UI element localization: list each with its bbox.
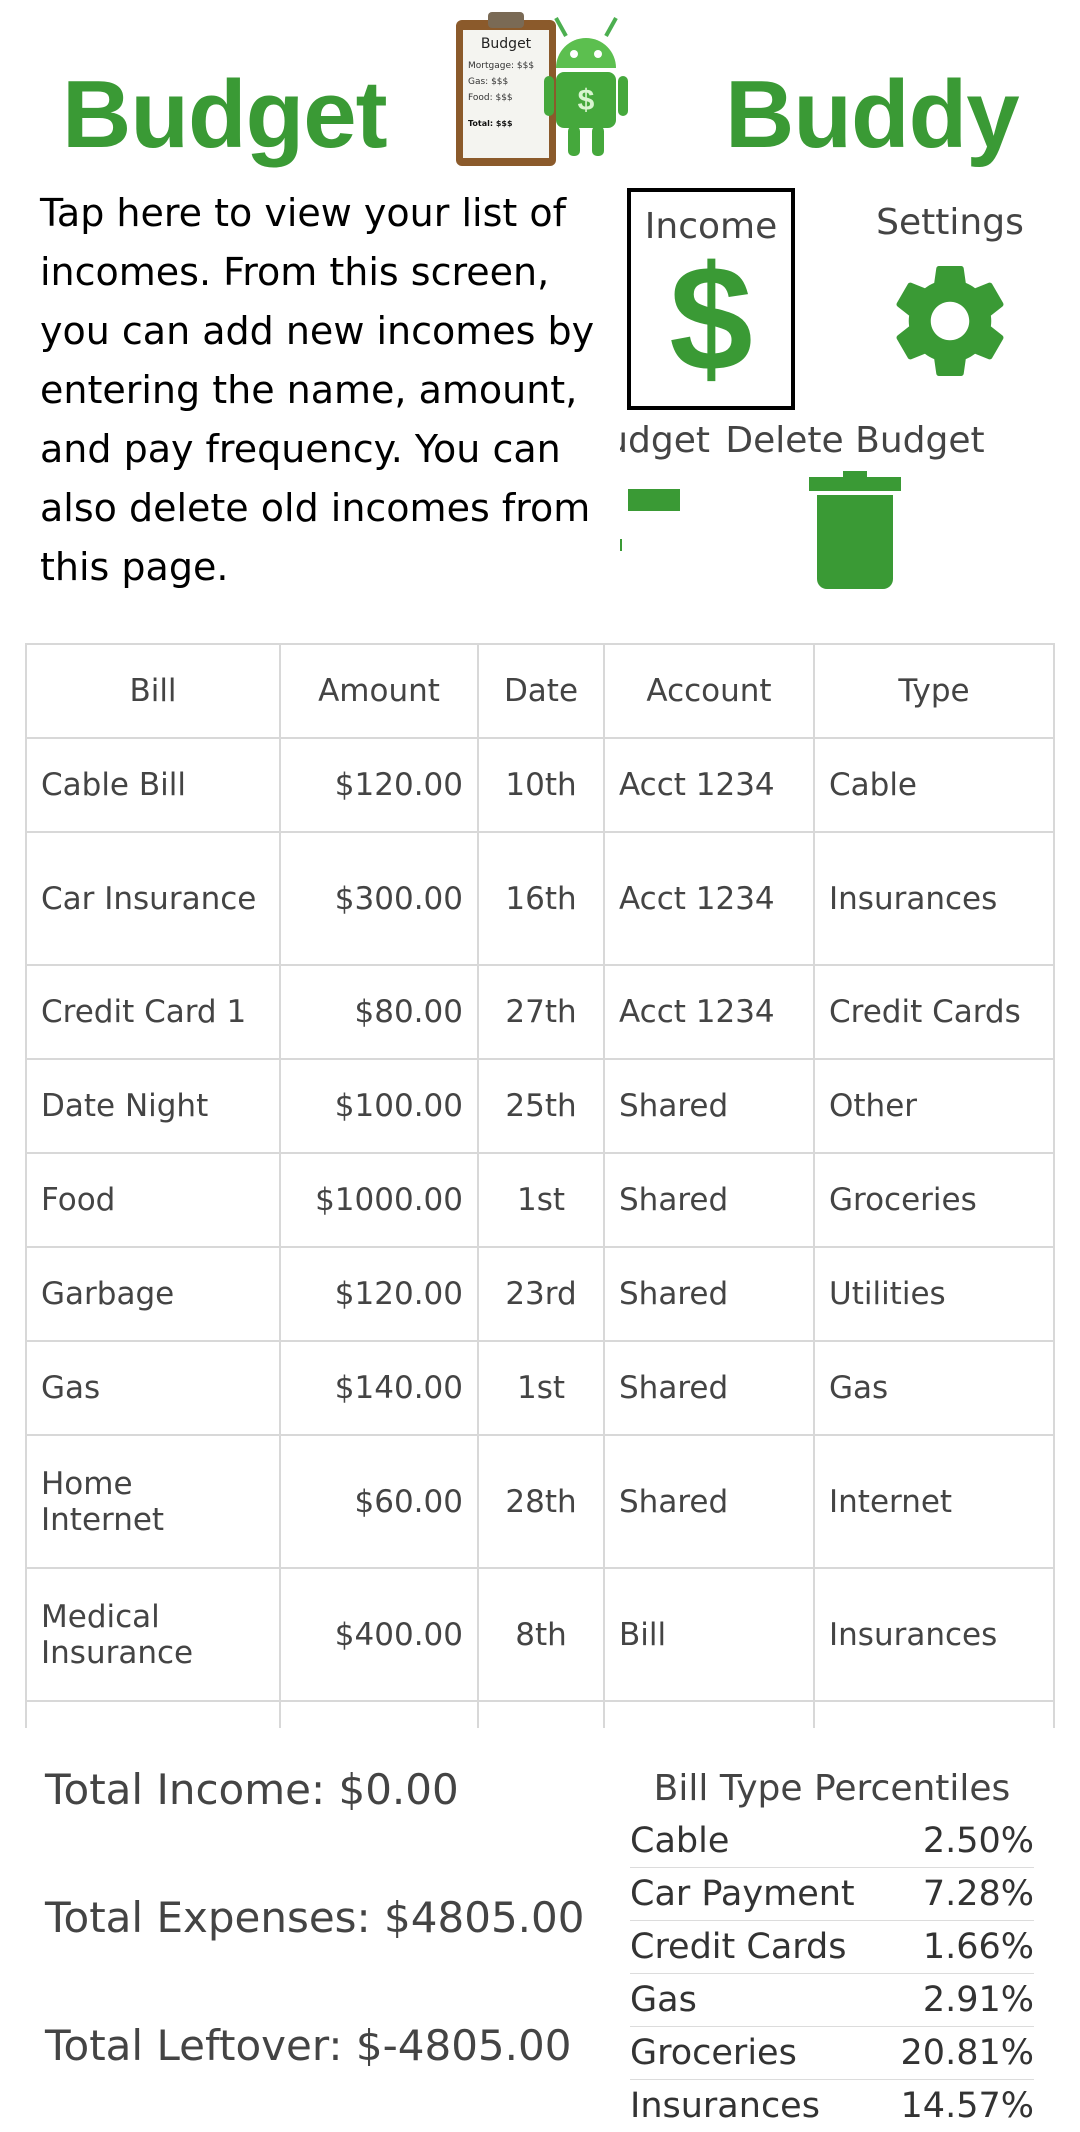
cell-type: Insurances — [813, 1567, 1055, 1702]
table-header-row: Bill Amount Date Account Type — [25, 643, 1055, 739]
percentile-value: 7.28% — [922, 1874, 1034, 1914]
percentile-value: 14.57% — [900, 2086, 1034, 2126]
cell-date: 10th — [477, 737, 605, 833]
column-header-date: Date — [477, 643, 605, 739]
percentile-row: Cable 2.50% — [630, 1815, 1034, 1868]
table-row[interactable]: Garbage $120.00 23rd Shared Utilities — [25, 1246, 1055, 1342]
percentile-label: Cable — [630, 1821, 730, 1861]
cell-bill: Garbage — [25, 1246, 281, 1342]
table-row[interactable]: Medical Insurance $400.00 8th Bill Insur… — [25, 1567, 1055, 1702]
cell-bill: Medical Insurance — [25, 1567, 281, 1702]
cell-date: 25th — [477, 1058, 605, 1154]
cell-date: 8th — [477, 1567, 605, 1702]
cell-account — [603, 1700, 815, 1728]
percentile-label: Credit Cards — [630, 1927, 847, 1967]
cell-bill: Gas — [25, 1340, 281, 1436]
cell-date: 28th — [477, 1434, 605, 1569]
cell-date: 27th — [477, 964, 605, 1060]
percentile-row: Gas 2.91% — [630, 1974, 1034, 2027]
cell-amount: $400.00 — [279, 1567, 479, 1702]
column-header-amount: Amount — [279, 643, 479, 739]
cell-amount: $140.00 — [279, 1340, 479, 1436]
cell-amount: $80.00 — [279, 964, 479, 1060]
cell-account: Acct 1234 — [603, 737, 815, 833]
percentile-row: Car Payment 7.28% — [630, 1868, 1034, 1921]
table-row[interactable]: Home Internet $60.00 28th Shared Interne… — [25, 1434, 1055, 1569]
cell-amount: $60.00 — [279, 1434, 479, 1569]
cell-bill: Date Night — [25, 1058, 281, 1154]
cell-amount: $120.00 — [279, 1246, 479, 1342]
cell-amount: $120.00 — [279, 737, 479, 833]
cell-date: 16th — [477, 831, 605, 966]
cell-account: Acct 1234 — [603, 831, 815, 966]
table-row[interactable]: Food $1000.00 1st Shared Groceries — [25, 1152, 1055, 1248]
table-row[interactable]: Credit Card 1 $80.00 27th Acct 1234 Cred… — [25, 964, 1055, 1060]
cell-type: Internet — [813, 1434, 1055, 1569]
percentile-row: Insurances 14.57% — [630, 2080, 1034, 2132]
percentiles-title: Bill Type Percentiles — [653, 1768, 1011, 1809]
column-header-type: Type — [813, 643, 1055, 739]
bill-table: Bill Amount Date Account Type Cable Bill… — [25, 643, 1055, 1728]
table-row[interactable]: Gas $140.00 1st Shared Gas — [25, 1340, 1055, 1436]
cell-amount: $300.00 — [279, 831, 479, 966]
cell-account: Shared — [603, 1434, 815, 1569]
percentile-value: 2.50% — [922, 1821, 1034, 1861]
column-header-account: Account — [603, 643, 815, 739]
cell-type: Cable — [813, 737, 1055, 833]
cell-type — [813, 1700, 1055, 1728]
percentile-value: 2.91% — [922, 1980, 1034, 2020]
cell-bill: Credit Card 1 — [25, 964, 281, 1060]
income-tooltip: Tap here to view your list of incomes. F… — [40, 182, 620, 599]
table-row[interactable]: Car Insurance $300.00 16th Acct 1234 Ins… — [25, 831, 1055, 966]
cell-bill — [25, 1700, 281, 1728]
cell-account: Shared — [603, 1340, 815, 1436]
cell-date: 23rd — [477, 1246, 605, 1342]
total-leftover: Total Leftover: $-4805.00 — [45, 2021, 572, 2070]
cell-type: Credit Cards — [813, 964, 1055, 1060]
cell-date: 1st — [477, 1340, 605, 1436]
cell-amount — [279, 1700, 479, 1728]
percentile-row: Credit Cards 1.66% — [630, 1921, 1034, 1974]
cell-bill: Food — [25, 1152, 281, 1248]
cell-bill: Cable Bill — [25, 737, 281, 833]
percentile-label: Groceries — [630, 2033, 797, 2073]
percentile-label: Insurances — [630, 2086, 820, 2126]
cell-account: Shared — [603, 1152, 815, 1248]
cell-date: 1st — [477, 1152, 605, 1248]
cell-type: Insurances — [813, 831, 1055, 966]
cell-account: Shared — [603, 1058, 815, 1154]
cell-bill: Home Internet — [25, 1434, 281, 1569]
cell-type: Utilities — [813, 1246, 1055, 1342]
cell-type: Other — [813, 1058, 1055, 1154]
cell-bill: Car Insurance — [25, 831, 281, 966]
cell-date — [477, 1700, 605, 1728]
cell-type: Groceries — [813, 1152, 1055, 1248]
cell-type: Gas — [813, 1340, 1055, 1436]
column-header-bill: Bill — [25, 643, 281, 739]
cell-amount: $1000.00 — [279, 1152, 479, 1248]
bill-type-percentiles: Bill Type Percentiles Cable 2.50% Car Pa… — [630, 1768, 1034, 2132]
table-row[interactable]: Date Night $100.00 25th Shared Other — [25, 1058, 1055, 1154]
percentile-label: Car Payment — [630, 1874, 855, 1914]
percentile-row: Groceries 20.81% — [630, 2027, 1034, 2080]
percentile-value: 1.66% — [922, 1927, 1034, 1967]
cell-account: Acct 1234 — [603, 964, 815, 1060]
cell-account: Shared — [603, 1246, 815, 1342]
cell-account: Bill — [603, 1567, 815, 1702]
percentile-label: Gas — [630, 1980, 697, 2020]
cell-amount: $100.00 — [279, 1058, 479, 1154]
total-expenses: Total Expenses: $4805.00 — [45, 1893, 585, 1942]
percentile-value: 20.81% — [900, 2033, 1034, 2073]
total-income: Total Income: $0.00 — [45, 1765, 459, 1814]
table-row[interactable]: Cable Bill $120.00 10th Acct 1234 Cable — [25, 737, 1055, 833]
table-row[interactable] — [25, 1700, 1055, 1728]
